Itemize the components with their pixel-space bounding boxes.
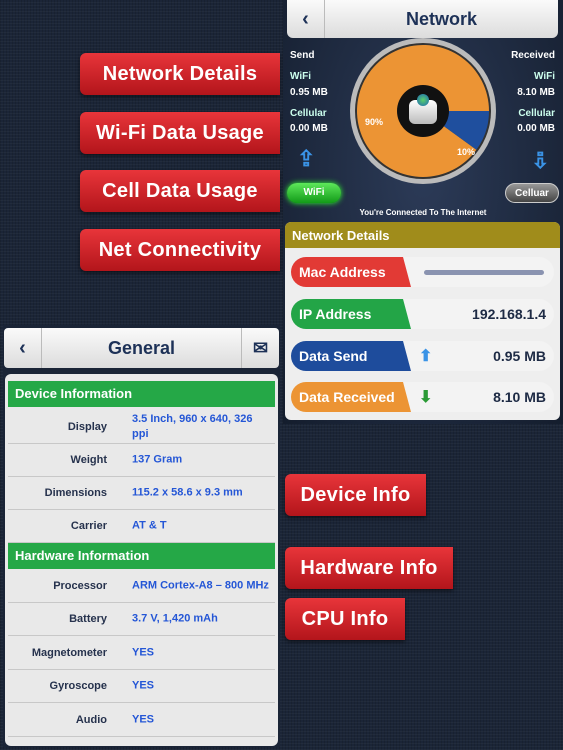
- tag-net-connectivity: Net Connectivity: [80, 229, 280, 271]
- row-value: YES: [132, 646, 155, 658]
- table-row: Audio YES: [8, 703, 275, 737]
- data-send-label: Data Send: [291, 341, 411, 371]
- pie-label-cell: 10%: [457, 147, 475, 157]
- network-drive-icon: [409, 94, 437, 124]
- wifi-button[interactable]: WiFi: [287, 183, 341, 203]
- upload-icon: ⇪: [297, 146, 316, 171]
- row-value: YES: [132, 679, 155, 692]
- download-icon: ⇪: [530, 147, 549, 172]
- row-value: 137 Gram: [132, 453, 183, 466]
- mac-address-redacted: [424, 270, 544, 275]
- row-key: Display: [67, 420, 107, 433]
- general-card: Device Information Display 3.5 Inch, 960 …: [5, 374, 278, 746]
- data-send-row: Data Send ⬆ 0.95 MB: [291, 341, 554, 371]
- back-button[interactable]: ‹: [4, 328, 42, 368]
- general-header: ‹ General ✉: [4, 328, 279, 368]
- network-screen: ‹ Network Send WiFi 0.95 MB Cellular 0.0…: [283, 0, 563, 424]
- received-cell-value: 0.00 MB: [517, 123, 555, 134]
- cellular-button[interactable]: Celluar: [505, 183, 559, 203]
- row-value: 115.2 x 58.6 x 9.3 mm: [132, 486, 243, 499]
- table-row: Carrier AT & T: [8, 510, 275, 543]
- row-key: Processor: [53, 579, 107, 592]
- table-row: Dimensions 115.2 x 58.6 x 9.3 mm: [8, 477, 275, 510]
- page-title: General: [107, 337, 176, 358]
- tag-cell-data-usage: Cell Data Usage: [80, 170, 280, 212]
- received-wifi-value: 8.10 MB: [517, 87, 555, 98]
- page-title: Network: [405, 8, 477, 29]
- device-info-section: Device Information: [8, 381, 275, 407]
- ip-address-row: IP Address 192.168.1.4: [291, 299, 554, 329]
- tag-hardware-info: Hardware Info: [285, 547, 453, 589]
- mac-address-row: Mac Address: [291, 257, 554, 287]
- table-row: Gyroscope YES: [8, 670, 275, 703]
- row-key: Magnetometer: [31, 646, 107, 659]
- ip-address-label: IP Address: [291, 299, 411, 329]
- tag-network-details: Network Details: [80, 53, 280, 95]
- network-details-card: Network Details Mac Address IP Address 19…: [285, 222, 560, 420]
- network-header: ‹ Network: [287, 0, 558, 38]
- row-value: AT & T: [132, 519, 167, 532]
- network-details-title: Network Details: [285, 222, 560, 248]
- received-cell-label: Cellular: [518, 108, 555, 119]
- row-key: Dimensions: [44, 487, 107, 499]
- table-row: Processor ARM Cortex-A8 – 800 MHz: [8, 569, 275, 603]
- ip-address-value: 192.168.1.4: [472, 306, 546, 322]
- table-row: Weight 137 Gram: [8, 444, 275, 477]
- upload-arrow-icon: ⬆: [419, 348, 433, 365]
- data-received-value: 8.10 MB: [493, 389, 546, 405]
- back-button[interactable]: ‹: [287, 0, 325, 38]
- send-cell-value: 0.00 MB: [290, 123, 328, 134]
- received-label: Received: [511, 50, 555, 61]
- hardware-info-section: Hardware Information: [8, 543, 275, 569]
- tag-cpu-info: CPU Info: [285, 598, 405, 640]
- pie-label-wifi: 90%: [365, 117, 383, 127]
- connection-status: You're Connected To The Internet: [359, 208, 487, 217]
- row-key: Audio: [75, 713, 107, 726]
- tag-wifi-data-usage: Wi-Fi Data Usage: [80, 112, 280, 154]
- data-received-row: Data Received ⬇ 8.10 MB: [291, 382, 554, 412]
- row-value: 3.7 V, 1,420 mAh: [132, 612, 218, 625]
- tag-device-info: Device Info: [285, 474, 426, 516]
- row-key: Carrier: [70, 520, 107, 532]
- data-received-label: Data Received: [291, 382, 411, 412]
- download-arrow-icon: ⬇: [419, 389, 433, 406]
- row-key: Gyroscope: [49, 680, 107, 692]
- row-key: Battery: [69, 613, 107, 625]
- mac-address-label: Mac Address: [291, 257, 411, 287]
- send-wifi-value: 0.95 MB: [290, 87, 328, 98]
- send-label: Send: [290, 50, 315, 61]
- send-cell-label: Cellular: [290, 108, 327, 119]
- data-send-value: 0.95 MB: [493, 348, 546, 364]
- mail-icon[interactable]: ✉: [241, 328, 279, 368]
- table-row: Display 3.5 Inch, 960 x 640, 326 ppi: [8, 410, 275, 444]
- table-row: Battery 3.7 V, 1,420 mAh: [8, 603, 275, 636]
- table-row: Magnetometer YES: [8, 636, 275, 670]
- row-key: Weight: [70, 454, 107, 466]
- row-value: YES: [132, 713, 155, 725]
- received-wifi-label: WiFi: [533, 71, 555, 82]
- row-value: 3.5 Inch, 960 x 640, 326 ppi: [132, 412, 253, 440]
- row-value: ARM Cortex-A8 – 800 MHz: [132, 579, 269, 591]
- general-screen: ‹ General ✉ Device Information Display 3.…: [3, 325, 280, 747]
- send-wifi-label: WiFi: [290, 71, 312, 82]
